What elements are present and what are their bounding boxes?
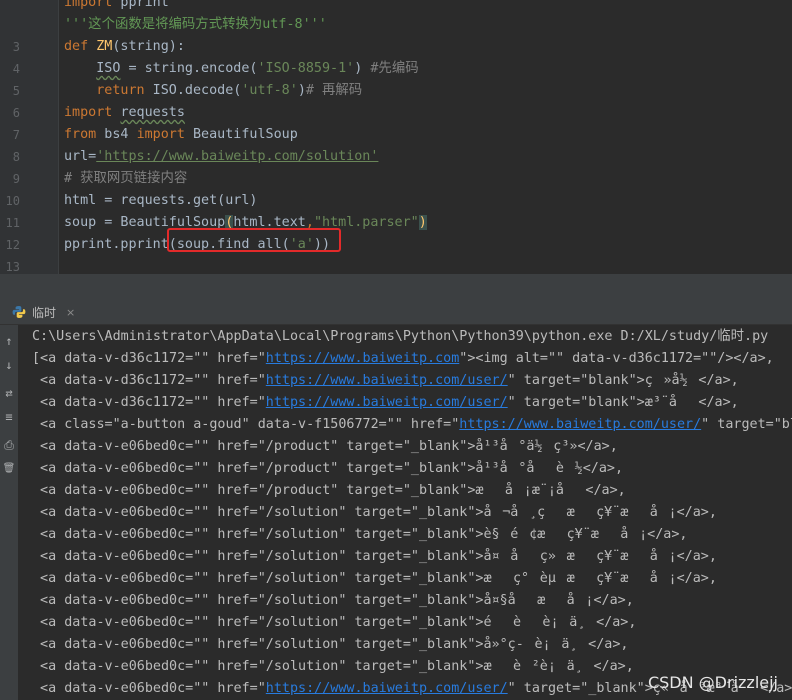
run-tab-label: 临时 [32,305,57,320]
down-arrow-icon[interactable]: ↓ [1,357,17,373]
code-text: from bs4 import BeautifulSoup [64,127,298,142]
run-toolbar: ↑ ↓ ⇄ ≡ ⎙ 🗑 [0,325,18,700]
line-number: 12 [5,238,20,252]
line-number: 6 [12,106,20,120]
output-text: "><img alt="" data-v-d36c1172=""/></a>, [459,351,774,366]
output-text: <a data-v-d36c1172="" href=" [32,395,266,410]
code-line[interactable]: 13 [0,256,792,274]
output-link[interactable]: https://www.baiweitp.com [266,351,459,366]
code-text: url='https://www.baiweitp.com/solution' [64,149,379,164]
tab-run-config[interactable]: 临时 × [0,299,75,325]
output-text: <a class="a-button a-goud" data-v-f15067… [32,417,460,432]
pane-splitter[interactable] [0,274,792,299]
code-line[interactable]: 8 url='https://www.baiweitp.com/solution' [0,146,792,168]
code-text: # 获取网页链接内容 [64,171,188,186]
output-line: <a data-v-e06bed0c="" href="/solution" t… [32,593,634,608]
output-line: <a data-v-d36c1172="" href="https://www.… [32,370,739,392]
code-text: def ZM(string): [64,39,185,54]
code-editor[interactable]: import pprint '''这个函数是将编码方式转换为utf-8''' 3 de… [0,0,792,274]
code-line[interactable]: 3 def ZM(string): [0,36,792,58]
output-link[interactable]: https://www.baiweitp.com/user/ [266,681,508,696]
output-link[interactable]: https://www.baiweitp.com/user/ [266,395,508,410]
trash-icon[interactable]: 🗑 [1,461,17,477]
output-line: <a data-v-e06bed0c="" href="/solution" t… [32,527,688,542]
scroll-to-end-icon[interactable]: ≡ [1,409,17,425]
code-text: '''这个函数是将编码方式转换为utf-8''' [64,17,327,32]
output-line: <a data-v-e06bed0c="" href="/product" ta… [32,461,624,476]
code-text: html = requests.get(url) [64,193,258,208]
up-arrow-icon[interactable]: ↑ [1,333,17,349]
code-line[interactable]: 12 pprint.pprint(soup.find_all('a')) [0,234,792,256]
output-line: C:\Users\Administrator\AppData\Local\Pro… [32,329,769,344]
output-line: <a data-v-e06bed0c="" href="/solution" t… [32,615,637,630]
code-line[interactable]: import pprint [0,0,792,14]
run-tool-header: 临时 × [0,299,792,325]
line-number: 11 [5,216,20,230]
output-line: <a data-v-d36c1172="" href="https://www.… [32,392,739,414]
watermark: CSDN @Drizzlejj [647,673,778,692]
print-icon[interactable]: ⎙ [1,437,17,453]
line-number: 10 [5,194,20,208]
output-line: <a data-v-e06bed0c="" href="/solution" t… [32,637,629,652]
code-line[interactable]: 4 ISO = string.encode('ISO-8859-1') #先编码 [0,58,792,80]
line-number: 7 [12,128,20,142]
code-line[interactable]: 7 from bs4 import BeautifulSoup [0,124,792,146]
code-line[interactable]: 10 html = requests.get(url) [0,190,792,212]
output-text: " target="bl [701,417,792,432]
code-line[interactable]: 5 return ISO.decode('utf-8')# 再解码 [0,80,792,102]
soft-wrap-icon[interactable]: ⇄ [1,385,17,401]
code-line[interactable]: 6 import requests [0,102,792,124]
output-text: <a data-v-e06bed0c="" href=" [32,681,266,696]
output-text: " target="blank">ç»å½</a>, [507,373,739,388]
line-number: 9 [12,172,20,186]
output-line: [<a data-v-d36c1172="" href="https://www… [32,348,774,370]
output-line: <a class="a-button a-goud" data-v-f15067… [32,414,792,436]
python-icon [12,306,26,318]
output-line: <a data-v-e06bed0c="" href="/product" ta… [32,483,626,498]
line-number: 8 [12,150,20,164]
console-output[interactable]: C:\Users\Administrator\AppData\Local\Pro… [18,325,792,700]
output-text: [<a data-v-d36c1172="" href=" [32,351,266,366]
code-text: import requests [64,105,185,120]
code-line[interactable]: 11 soup = BeautifulSoup(html.text,"html.p… [0,212,792,234]
output-link[interactable]: https://www.baiweitp.com/user/ [266,373,508,388]
output-text: <a data-v-d36c1172="" href=" [32,373,266,388]
output-line: <a data-v-e06bed0c="" href="/solution" t… [32,505,717,520]
output-line: <a data-v-e06bed0c="" href="/solution" t… [32,659,634,674]
code-text: ISO = string.encode('ISO-8859-1') #先编码 [96,61,419,76]
output-text: " target="blank">æ³¨å</a>, [507,395,739,410]
output-line: <a data-v-e06bed0c="" href="/solution" t… [32,571,717,586]
line-number: 3 [12,40,20,54]
output-link[interactable]: https://www.baiweitp.com/user/ [459,417,701,432]
code-line[interactable]: 9 # 获取网页链接内容 [0,168,792,190]
code-text: import pprint [64,0,169,10]
close-icon[interactable]: × [66,306,75,319]
code-line[interactable]: '''这个函数是将编码方式转换为utf-8''' [0,14,792,36]
output-line: <a data-v-e06bed0c="" href="/product" ta… [32,439,618,454]
line-number: 4 [12,62,20,76]
red-highlight-box [167,228,341,252]
output-line: <a data-v-e06bed0c="" href="/solution" t… [32,549,717,564]
line-number: 5 [12,84,20,98]
code-text: return ISO.decode('utf-8')# 再解码 [96,83,363,98]
line-number: 13 [5,260,20,274]
